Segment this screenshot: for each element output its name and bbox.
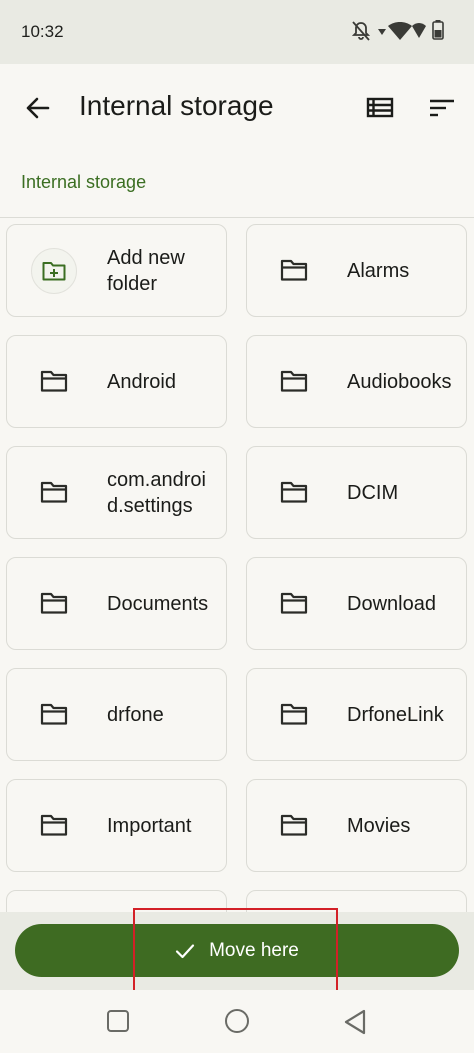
wifi-icon bbox=[388, 22, 412, 40]
sort-icon bbox=[430, 99, 454, 117]
folder-icon bbox=[40, 703, 68, 725]
status-icons bbox=[352, 20, 452, 44]
folder-label: Android bbox=[107, 370, 176, 393]
arrow-back-icon bbox=[26, 97, 50, 119]
folder-item[interactable]: com.android.settings bbox=[6, 446, 227, 539]
signal-arrow-icon bbox=[378, 29, 386, 35]
folder-item[interactable]: DrfoneLink bbox=[246, 668, 467, 761]
back-triangle-icon[interactable] bbox=[343, 1009, 367, 1035]
folder-icon bbox=[40, 592, 68, 614]
folder-icon bbox=[280, 259, 308, 281]
folder-item[interactable]: DCIM bbox=[246, 446, 467, 539]
folder-label: DCIM bbox=[347, 481, 399, 504]
view-toggle-button[interactable] bbox=[362, 90, 398, 126]
home-icon[interactable] bbox=[225, 1009, 249, 1033]
app-bar: Internal storage bbox=[0, 64, 474, 154]
folder-icon bbox=[280, 592, 308, 614]
folder-item[interactable]: drfone bbox=[6, 668, 227, 761]
folder-item[interactable]: Android bbox=[6, 335, 227, 428]
folder-item[interactable]: Alarms bbox=[246, 224, 467, 317]
add-folder-circle bbox=[31, 248, 77, 294]
folder-label: Important bbox=[107, 814, 192, 837]
folder-item[interactable]: Important bbox=[6, 779, 227, 872]
sort-button[interactable] bbox=[424, 90, 460, 126]
status-time: 10:32 bbox=[21, 22, 64, 41]
battery-icon bbox=[432, 20, 444, 40]
folder-label: drfone bbox=[107, 703, 164, 726]
system-nav-bar bbox=[0, 990, 474, 1053]
back-button[interactable] bbox=[20, 90, 56, 126]
folder-icon bbox=[40, 481, 68, 503]
folder-item[interactable]: Download bbox=[246, 557, 467, 650]
folder-label: DrfoneLink bbox=[347, 703, 444, 726]
folder-icon bbox=[40, 814, 68, 836]
folder-icon bbox=[280, 370, 308, 392]
recents-icon[interactable] bbox=[107, 1010, 129, 1032]
folder-label: Documents bbox=[107, 592, 209, 615]
breadcrumb[interactable]: Internal storage bbox=[21, 172, 146, 193]
folder-item[interactable]: Documents bbox=[6, 557, 227, 650]
folder-label: Add new folder bbox=[107, 246, 185, 295]
folder-label: Alarms bbox=[347, 259, 410, 282]
highlight-box bbox=[133, 908, 338, 995]
folder-icon bbox=[280, 814, 308, 836]
folder-icon bbox=[40, 370, 68, 392]
wifi-small-icon bbox=[412, 23, 426, 38]
add-new-folder-button[interactable]: Add new folder bbox=[6, 224, 227, 317]
list-view-icon bbox=[366, 97, 394, 118]
bell-off-icon bbox=[352, 21, 370, 41]
create-folder-icon bbox=[42, 262, 66, 281]
folder-label: Audiobooks bbox=[347, 370, 452, 393]
folder-label: Download bbox=[347, 592, 436, 615]
folder-icon bbox=[280, 481, 308, 503]
folder-item[interactable]: Movies bbox=[246, 779, 467, 872]
status-bar: 10:32 bbox=[0, 0, 474, 64]
folder-grid: Add new folder Alarms Android Audiobooks… bbox=[0, 218, 474, 912]
page-title: Internal storage bbox=[79, 90, 274, 121]
folder-icon bbox=[280, 703, 308, 725]
folder-item[interactable]: Audiobooks bbox=[246, 335, 467, 428]
folder-label: com.android.settings bbox=[107, 468, 206, 517]
folder-label: Movies bbox=[347, 814, 411, 837]
